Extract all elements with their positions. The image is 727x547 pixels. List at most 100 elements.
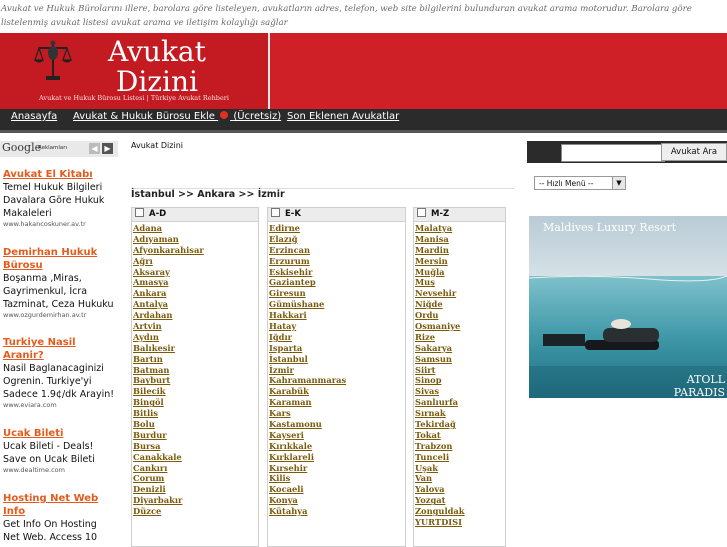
city-link[interactable]: Kars bbox=[269, 408, 405, 419]
city-link[interactable]: Sakarya bbox=[415, 343, 505, 354]
city-link[interactable]: Diyarbakır bbox=[133, 495, 258, 506]
city-link[interactable]: Batman bbox=[133, 365, 258, 376]
city-link[interactable]: Mersin bbox=[415, 256, 505, 267]
city-link[interactable]: Aksaray bbox=[133, 267, 258, 278]
city-link[interactable]: Hatay bbox=[269, 321, 405, 332]
search-button[interactable]: Avukat Ara bbox=[661, 143, 727, 161]
city-link[interactable]: Sanlıurfa bbox=[415, 397, 505, 408]
ad-title[interactable]: Ucak Bileti bbox=[3, 427, 116, 440]
ad-item[interactable]: Turkiye Nasil Aranir? Nasil Baglanacagin… bbox=[3, 336, 116, 410]
promo-banner[interactable]: Maldives Luxury Resort ATOLL PARADIS bbox=[529, 216, 727, 398]
city-link[interactable]: Bartın bbox=[133, 354, 258, 365]
city-link[interactable]: Van bbox=[415, 473, 505, 484]
city-link[interactable]: Kütahya bbox=[269, 506, 405, 517]
city-link[interactable]: Adana bbox=[133, 223, 258, 234]
city-link[interactable]: Sinop bbox=[415, 375, 505, 386]
city-link[interactable]: Edirne bbox=[269, 223, 405, 234]
city-link[interactable]: İzmir bbox=[269, 365, 405, 376]
city-link[interactable]: Kastamonu bbox=[269, 419, 405, 430]
city-link[interactable]: Muş bbox=[415, 277, 505, 288]
nav-add-office-link[interactable]: Avukat & Hukuk Bürosu Ekle (Ücretsiz) bbox=[73, 111, 281, 122]
city-link[interactable]: Bolu bbox=[133, 419, 258, 430]
city-link[interactable]: Trabzon bbox=[415, 441, 505, 452]
search-input[interactable] bbox=[561, 144, 665, 162]
city-link[interactable]: Muğla bbox=[415, 267, 505, 278]
city-link[interactable]: Tunceli bbox=[415, 452, 505, 463]
city-link[interactable]: Artvin bbox=[133, 321, 258, 332]
nav-recent-link[interactable]: Son Eklenen Avukatlar bbox=[287, 111, 399, 122]
city-link[interactable]: Yozgat bbox=[415, 495, 505, 506]
city-link[interactable]: Rize bbox=[415, 332, 505, 343]
city-link[interactable]: Bitlis bbox=[133, 408, 258, 419]
city-link[interactable]: Amasya bbox=[133, 277, 258, 288]
city-link[interactable]: Afyonkarahisar bbox=[133, 245, 258, 256]
city-link[interactable]: Siirt bbox=[415, 365, 505, 376]
city-link[interactable]: Bursa bbox=[133, 441, 258, 452]
city-link[interactable]: Adıyaman bbox=[133, 234, 258, 245]
city-link[interactable]: Corum bbox=[133, 473, 258, 484]
city-link[interactable]: Hakkari bbox=[269, 310, 405, 321]
nav-home-link[interactable]: Anasayfa bbox=[11, 111, 57, 122]
city-link[interactable]: Uşak bbox=[415, 463, 505, 474]
city-link[interactable]: Zonguldak bbox=[415, 506, 505, 517]
city-link[interactable]: Gaziantep bbox=[269, 277, 405, 288]
city-link[interactable]: Erzincan bbox=[269, 245, 405, 256]
city-link[interactable]: Tokat bbox=[415, 430, 505, 441]
ad-title[interactable]: Turkiye Nasil Aranir? bbox=[3, 336, 116, 362]
city-link[interactable]: Iğdır bbox=[269, 332, 405, 343]
city-link[interactable]: Osmaniye bbox=[415, 321, 505, 332]
city-link[interactable]: Elazığ bbox=[269, 234, 405, 245]
ad-item[interactable]: Ucak Bileti Ucak Bileti - Deals! Save on… bbox=[3, 427, 116, 475]
city-link[interactable]: Kahramanmaras bbox=[269, 375, 405, 386]
city-link[interactable]: Cankırı bbox=[133, 463, 258, 474]
city-link[interactable]: Sırnak bbox=[415, 408, 505, 419]
quick-menu-select[interactable]: -- Hızlı Menü -- ▼ bbox=[534, 176, 626, 190]
city-link[interactable]: Niğde bbox=[415, 299, 505, 310]
city-link[interactable]: Manisa bbox=[415, 234, 505, 245]
ad-title[interactable]: Demirhan Hukuk Bürosu bbox=[3, 246, 116, 272]
city-link[interactable]: Burdur bbox=[133, 430, 258, 441]
logo[interactable]: Avukat Dizini Avukat ve Hukuk Bürosu Lis… bbox=[0, 33, 270, 109]
city-link[interactable]: Eskisehir bbox=[269, 267, 405, 278]
city-link[interactable]: Kırıkkale bbox=[269, 441, 405, 452]
city-link[interactable]: Konya bbox=[269, 495, 405, 506]
city-link[interactable]: İstanbul bbox=[269, 354, 405, 365]
next-arrow-icon[interactable]: ▶ bbox=[102, 143, 113, 154]
city-link[interactable]: Antalya bbox=[133, 299, 258, 310]
ad-item[interactable]: Hosting Net Web Info Get Info On Hosting… bbox=[3, 492, 116, 544]
city-link[interactable]: Sivas bbox=[415, 386, 505, 397]
city-link[interactable]: Karaman bbox=[269, 397, 405, 408]
major-cities-links[interactable]: İstanbul >> Ankara >> İzmir bbox=[131, 189, 285, 200]
city-link[interactable]: Ankara bbox=[133, 288, 258, 299]
city-link[interactable]: Bilecik bbox=[133, 386, 258, 397]
city-link[interactable]: Nevsehir bbox=[415, 288, 505, 299]
ad-item[interactable]: Avukat El Kitabı Temel Hukuk Bilgileri D… bbox=[3, 168, 116, 229]
city-link[interactable]: Yalova bbox=[415, 484, 505, 495]
city-link[interactable]: Kocaeli bbox=[269, 484, 405, 495]
city-link[interactable]: Giresun bbox=[269, 288, 405, 299]
city-link[interactable]: YURTDISI bbox=[415, 517, 505, 528]
city-link[interactable]: Ardahan bbox=[133, 310, 258, 321]
city-link[interactable]: Tekirdağ bbox=[415, 419, 505, 430]
city-link[interactable]: Samsun bbox=[415, 354, 505, 365]
city-link[interactable]: Karabük bbox=[269, 386, 405, 397]
ad-title[interactable]: Hosting Net Web Info bbox=[3, 492, 116, 518]
city-link[interactable]: Mardin bbox=[415, 245, 505, 256]
city-link[interactable]: Kırklareli bbox=[269, 452, 405, 463]
city-link[interactable]: Isparta bbox=[269, 343, 405, 354]
ad-title[interactable]: Avukat El Kitabı bbox=[3, 168, 116, 181]
city-link[interactable]: Aydın bbox=[133, 332, 258, 343]
city-link[interactable]: Canakkale bbox=[133, 452, 258, 463]
ad-item[interactable]: Demirhan Hukuk Bürosu Boşanma ,Miras, Ga… bbox=[3, 246, 116, 320]
city-link[interactable]: Kırsehir bbox=[269, 463, 405, 474]
city-link[interactable]: Kayseri bbox=[269, 430, 405, 441]
city-link[interactable]: Denizli bbox=[133, 484, 258, 495]
city-link[interactable]: Bingöl bbox=[133, 397, 258, 408]
prev-arrow-icon[interactable]: ◀ bbox=[89, 143, 100, 154]
city-link[interactable]: Bayburt bbox=[133, 375, 258, 386]
city-link[interactable]: Balıkesir bbox=[133, 343, 258, 354]
city-link[interactable]: Gümüshane bbox=[269, 299, 405, 310]
city-link[interactable]: Malatya bbox=[415, 223, 505, 234]
city-link[interactable]: Kilis bbox=[269, 473, 405, 484]
city-link[interactable]: Düzce bbox=[133, 506, 258, 517]
